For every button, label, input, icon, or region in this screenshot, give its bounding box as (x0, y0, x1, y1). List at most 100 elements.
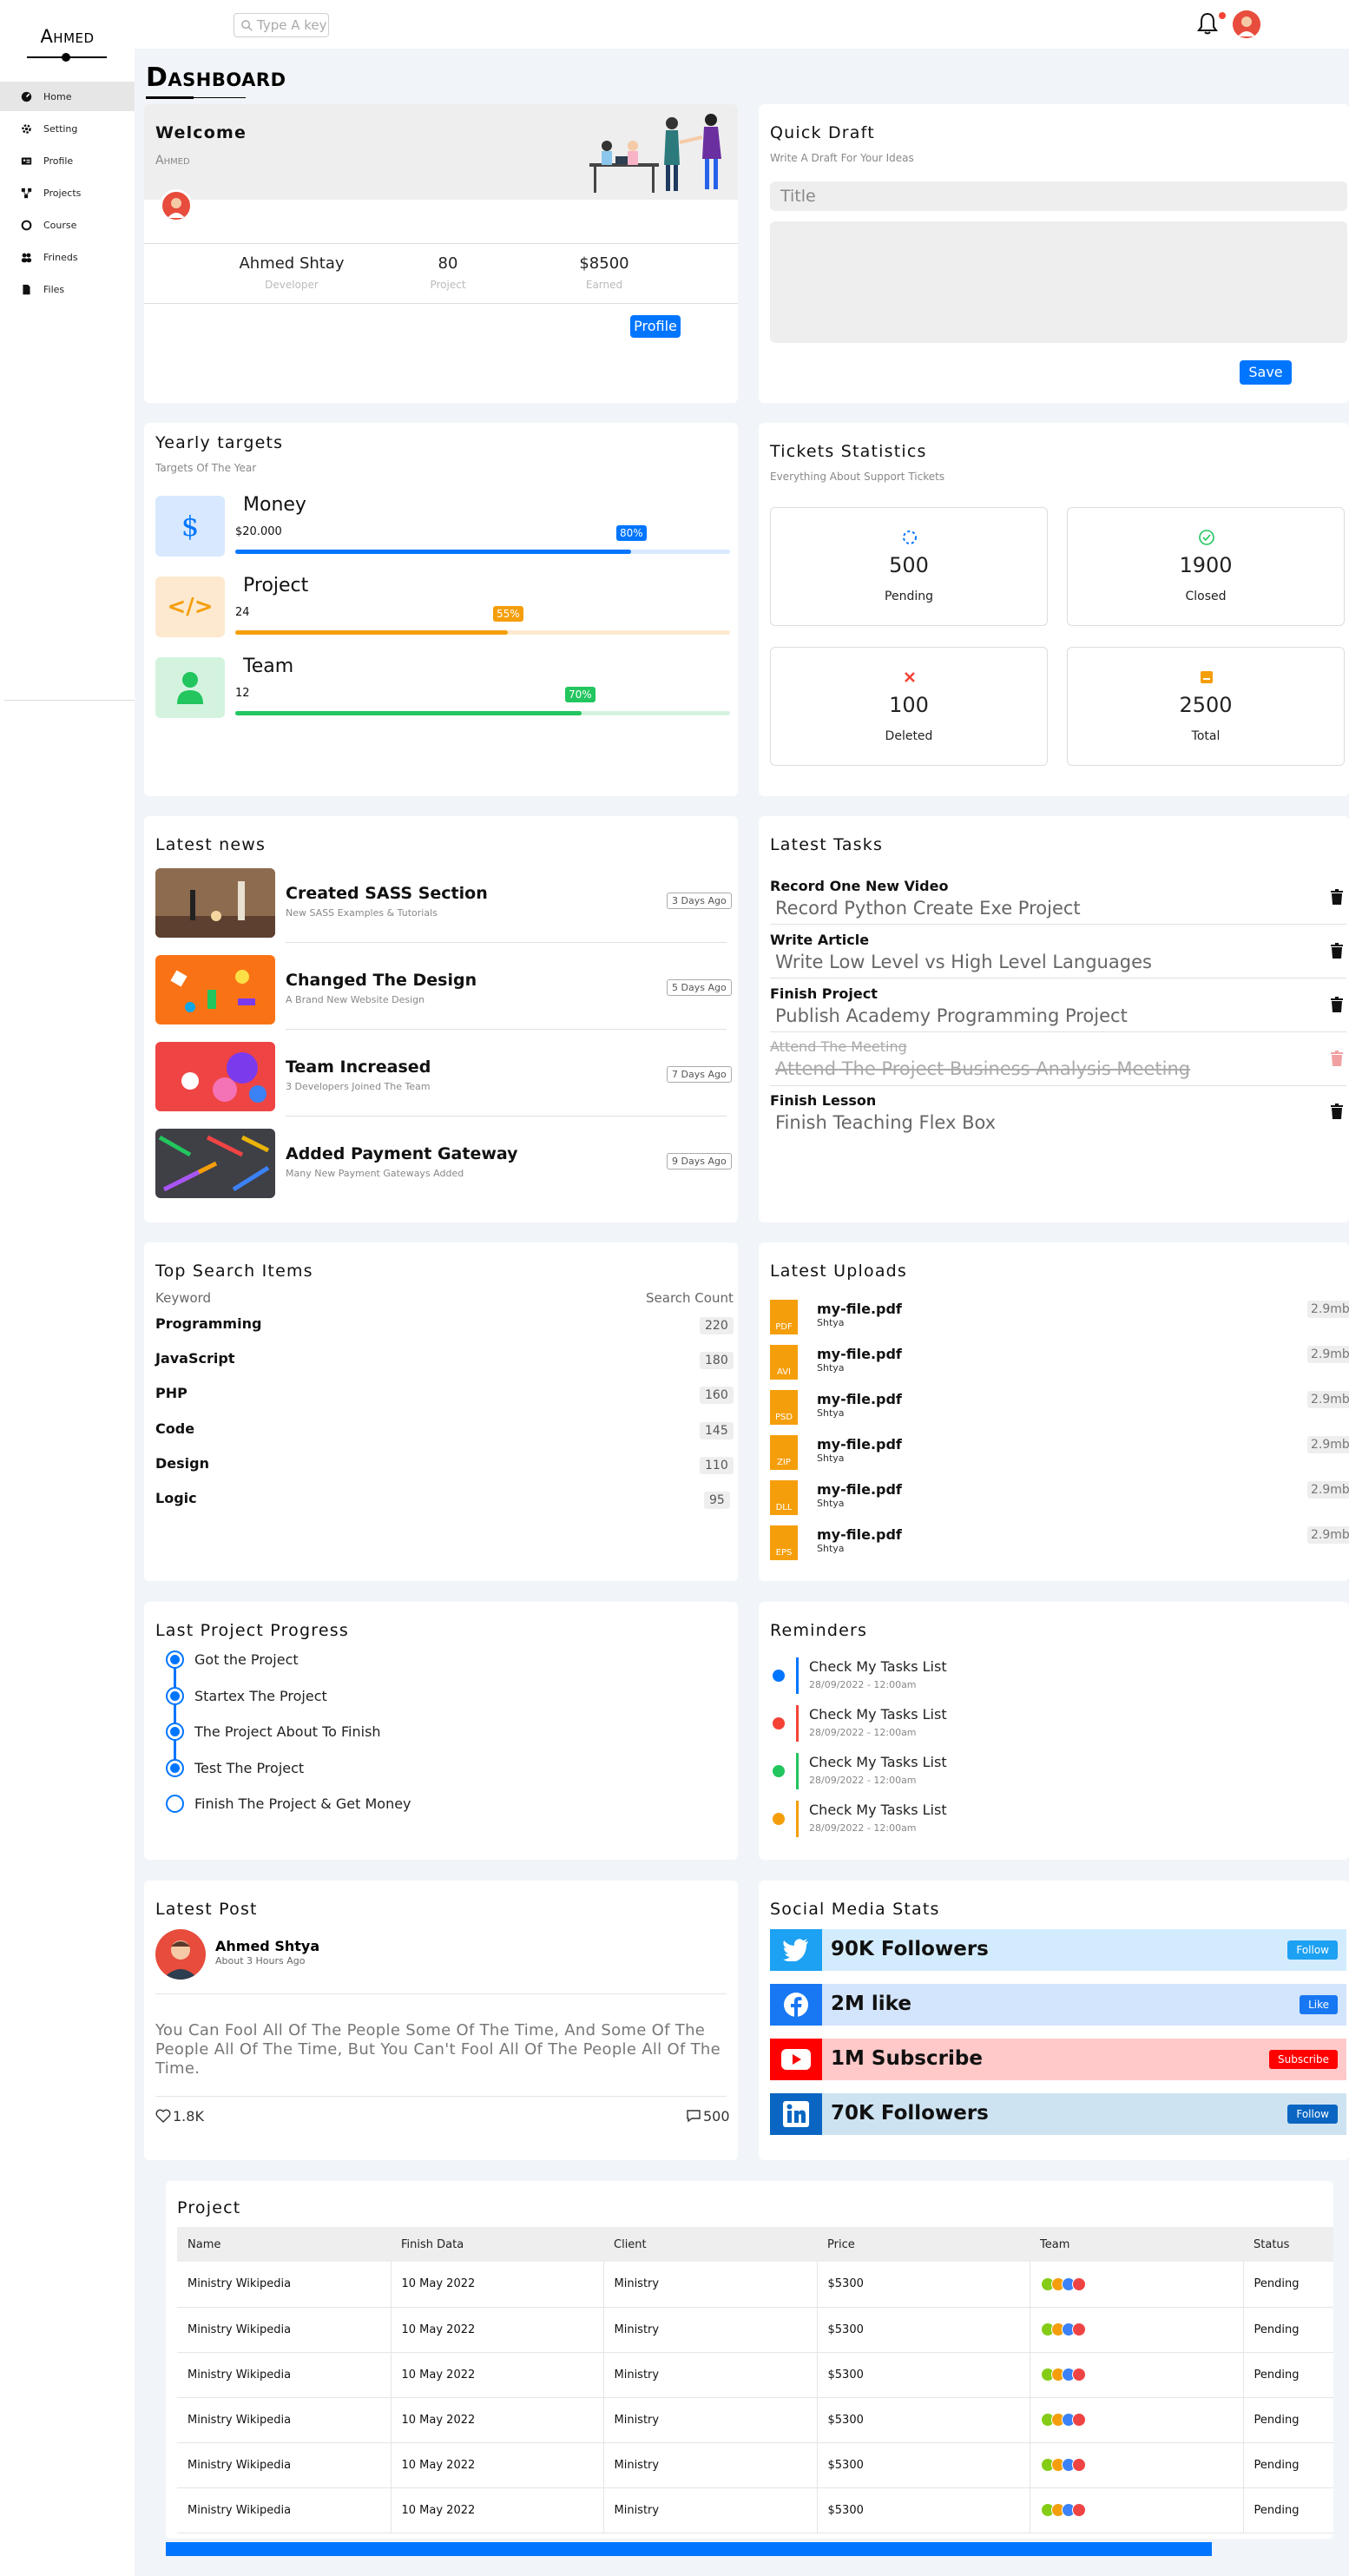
table-row: Ministry Wikipedia 10 May 2022 Ministry $53… (177, 2262, 1333, 2308)
table-row: Ministry Wikipedia 10 May 2022 Ministry $53… (177, 2307, 1333, 2353)
stat-value: 80 (438, 254, 458, 273)
draft-title-input[interactable]: Title (770, 181, 1347, 211)
x-icon (905, 672, 915, 682)
search-count: 110 (700, 1457, 734, 1474)
reminders-title: Reminders (770, 1621, 868, 1640)
project-progress-card: Last Project Progress Got the Project St… (144, 1602, 738, 1860)
progress-step-pending (166, 1795, 184, 1813)
social-linkedin: 70K Followers Follow (770, 2093, 1346, 2135)
divider (770, 924, 1346, 925)
post-time: About 3 Hours Ago (215, 1955, 306, 1967)
target-name: Team (243, 656, 294, 677)
follow-button[interactable]: Follow (1287, 1940, 1338, 1960)
trash-icon[interactable] (1330, 943, 1344, 959)
trash-icon[interactable] (1330, 1051, 1344, 1066)
file-size: 2.9mb (1307, 1436, 1349, 1453)
sidebar-item-friends[interactable]: Frineds (0, 242, 135, 272)
divider (286, 1116, 727, 1117)
trash-icon[interactable] (1330, 1104, 1344, 1119)
comment-count: 500 (703, 2108, 730, 2125)
table-row: Ministry Wikipedia 10 May 2022 Ministry $53… (177, 2397, 1333, 2443)
team-avatars (1029, 2352, 1243, 2398)
sidebar-item-label: Frineds (43, 251, 78, 263)
search-keyword: JavaScript (155, 1350, 235, 1367)
sidebar-item-files[interactable]: Files (0, 274, 135, 304)
heart-icon[interactable] (155, 2109, 171, 2123)
gear-icon (22, 123, 31, 134)
trash-icon[interactable] (1330, 997, 1344, 1012)
avatar[interactable] (1233, 10, 1260, 38)
target-badge: 55% (493, 606, 523, 622)
file-uploader: Shtya (817, 1407, 845, 1419)
sidebar-item-course[interactable]: Course (0, 210, 135, 240)
ticket-count: 100 (889, 693, 929, 717)
comments-icon[interactable] (685, 2109, 702, 2123)
sidebar-item-projects[interactable]: Projects (0, 178, 135, 208)
quick-draft-card: Quick Draft Write A Draft For Your Ideas… (759, 104, 1349, 403)
like-button[interactable]: Like (1300, 1995, 1338, 2014)
table-cell: Pending (1242, 2442, 1333, 2488)
save-button[interactable]: Save (1240, 360, 1292, 385)
trash-icon[interactable] (1330, 889, 1344, 905)
task-subtitle: Finish Teaching Flex Box (775, 1112, 997, 1133)
search-count: 95 (704, 1492, 730, 1509)
latest-news-card: Latest news Created SASS Section New SAS… (144, 816, 738, 1222)
top-search-items-card: Top Search Items Keyword Search Count Pr… (144, 1242, 738, 1581)
search-input[interactable]: Type A key (234, 13, 329, 37)
sidebar-divider (4, 700, 135, 701)
tickets-subtitle: Everything About Support Tickets (770, 471, 945, 483)
like-count: 1.8K (173, 2108, 204, 2125)
page-title: Dashboard (146, 63, 286, 93)
column-header: Finish Data (391, 2227, 603, 2262)
facebook-icon (770, 1984, 822, 2026)
sidebar-item-profile[interactable]: Profile (0, 146, 135, 175)
file-name: my-file.pdf (817, 1526, 902, 1543)
stat-label: Project (430, 279, 466, 291)
table-cell: Pending (1242, 2487, 1333, 2533)
dashboard-icon (21, 91, 32, 102)
reminder-dot (773, 1813, 785, 1825)
divider (155, 2096, 727, 2097)
subscribe-button[interactable]: Subscribe (1269, 2050, 1338, 2069)
bell-icon[interactable] (1197, 12, 1218, 35)
target-name: Money (243, 494, 306, 516)
reminder-text: Check My Tasks List (809, 1658, 947, 1675)
profile-button[interactable]: Profile (630, 315, 681, 338)
welcome-name: Ahmed (155, 154, 190, 168)
column-header: Price (817, 2227, 1030, 2262)
project-table-title: Project (177, 2198, 241, 2217)
sidebar-item-home[interactable]: Home (0, 82, 135, 111)
table-cell: Ministry Wikipedia (177, 2352, 391, 2398)
code-icon: </> (155, 576, 225, 637)
sidebar-item-label: Projects (43, 187, 82, 199)
chat-icon (21, 220, 32, 230)
table-cell: Pending (1242, 2352, 1333, 2398)
targets-title: Yearly targets (155, 433, 284, 452)
file-name: my-file.pdf (817, 1436, 902, 1453)
reminder-date: 28/09/2022 - 12:00am (809, 1679, 917, 1690)
reminder-bar (796, 1657, 799, 1694)
follow-button[interactable]: Follow (1287, 2105, 1338, 2124)
title-underline (146, 96, 194, 99)
sidebar-item-setting[interactable]: Setting (0, 114, 135, 143)
tickets-title: Tickets Statistics (770, 442, 927, 461)
horizontal-scrollbar[interactable] (166, 2542, 1212, 2556)
brand-name: Ahmed (40, 26, 95, 47)
table-cell: 10 May 2022 (390, 2442, 603, 2488)
top-header: Type A key (135, 0, 1349, 49)
task-subtitle: Record Python Create Exe Project (775, 898, 1081, 919)
target-name: Project (243, 575, 309, 596)
news-item-subtitle: New SASS Examples & Tutorials (286, 907, 438, 919)
table-header-row: Name Finish Data Client Price Team Statu… (177, 2227, 1333, 2262)
draft-body-textarea[interactable] (770, 221, 1347, 343)
reminder-text: Check My Tasks List (809, 1802, 947, 1818)
team-avatars (1029, 2262, 1243, 2308)
search-count: 160 (700, 1387, 734, 1404)
table-cell: $5300 (816, 2487, 1030, 2533)
latest-post-card: Latest Post Ahmed Shtya About 3 Hours Ag… (144, 1881, 738, 2160)
social-facebook: 2M like Like (770, 1984, 1346, 2026)
table-row: Ministry Wikipedia 10 May 2022 Ministry $53… (177, 2442, 1333, 2488)
target-progress-fill (235, 711, 582, 715)
reminder-bar (796, 1705, 799, 1742)
reminder-date: 28/09/2022 - 12:00am (809, 1727, 917, 1738)
